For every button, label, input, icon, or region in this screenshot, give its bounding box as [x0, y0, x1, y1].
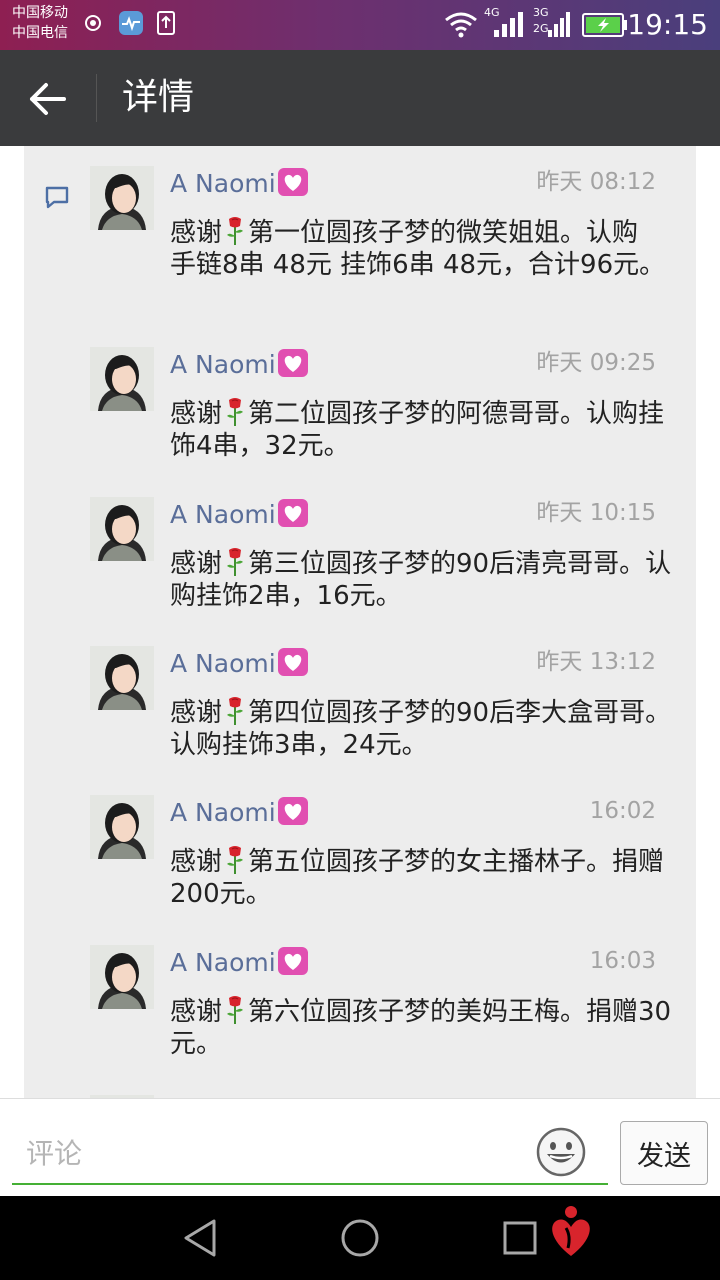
carrier-labels: 中国移动 中国电信 — [12, 3, 68, 43]
app-bar-divider — [96, 74, 97, 122]
charity-heart-logo-icon — [552, 1206, 590, 1256]
comment-item: A Naomi 昨天 08:12 感谢 第一位圆孩子梦的微笑姐姐。认购 手链8串… — [24, 146, 696, 296]
comment-item-partial — [24, 1075, 696, 1098]
comment-text: 感谢 第六位圆孩子梦的美妈王梅。捐赠30元。 — [170, 996, 672, 1059]
hotspot-icon — [85, 15, 101, 31]
avatar[interactable] — [90, 945, 154, 1009]
comment-time: 16:02 — [589, 798, 656, 824]
rose-icon — [227, 846, 244, 874]
comment-text: 感谢 第五位圆孩子梦的女主播林子。捐赠200元。 — [170, 846, 665, 909]
heart-icon — [277, 349, 308, 377]
upload-icon — [157, 11, 175, 35]
rose-icon — [227, 697, 244, 725]
comment-feed[interactable]: A Naomi 昨天 08:12 感谢 第一位圆孩子梦的微笑姐姐。认购 手链8串… — [24, 146, 696, 1098]
home-circle-icon[interactable] — [338, 1216, 382, 1260]
system-nav-bar — [0, 1196, 720, 1280]
comment-time: 昨天 09:25 — [536, 350, 656, 376]
send-button[interactable]: 发送 — [620, 1121, 708, 1185]
heart-icon — [277, 797, 308, 825]
app-bar: 详情 — [0, 50, 720, 146]
avatar[interactable] — [90, 166, 154, 230]
emoji-icon[interactable] — [536, 1127, 586, 1177]
carrier-2: 中国电信 — [12, 25, 68, 41]
signal-icon-1 — [494, 12, 523, 37]
heart-icon — [277, 499, 308, 527]
back-triangle-icon[interactable] — [180, 1216, 222, 1260]
comment-item: A Naomi 16:02 感谢 第五位圆孩子梦的女主播林子。捐赠200元。 — [24, 775, 696, 925]
recent-apps-icon[interactable] — [500, 1216, 540, 1260]
heart-icon — [277, 168, 308, 196]
comment-time: 昨天 13:12 — [536, 649, 656, 675]
rose-icon — [227, 217, 244, 245]
comment-time: 16:03 — [589, 948, 656, 974]
page-title: 详情 — [122, 77, 195, 118]
rose-icon — [227, 996, 244, 1024]
battery-icon — [582, 13, 627, 37]
rose-icon — [227, 548, 244, 576]
comment-time: 昨天 10:15 — [536, 500, 656, 526]
comment-item: A Naomi 昨天 09:25 感谢 第二位圆孩子梦的阿德哥哥。认购挂饰4串，… — [24, 327, 696, 477]
heart-icon — [277, 648, 308, 676]
heart-icon — [277, 947, 308, 975]
comment-input-bar: 发送 — [0, 1098, 720, 1196]
author-name[interactable]: A Naomi — [170, 648, 308, 680]
comment-text: 感谢 第二位圆孩子梦的阿德哥哥。认购挂饰4串，32元。 — [170, 398, 665, 461]
clock: 19:15 — [627, 8, 708, 41]
comment-item: A Naomi 昨天 10:15 感谢 第三位圆孩子梦的90后清亮哥哥。认购挂饰… — [24, 477, 696, 627]
author-name[interactable]: A Naomi — [170, 797, 308, 829]
author-name[interactable]: A Naomi — [170, 947, 308, 979]
comment-text: 感谢 第四位圆孩子梦的90后李大盒哥哥。认购挂饰3串，24元。 — [170, 697, 672, 760]
author-name[interactable]: A Naomi — [170, 349, 308, 381]
author-name[interactable]: A Naomi — [170, 168, 308, 200]
arrow-left-icon[interactable] — [22, 78, 76, 120]
status-bar: 中国移动 中国电信 4G 3G 2G 19:15 — [0, 0, 720, 50]
comment-input[interactable] — [12, 1123, 608, 1185]
wifi-icon — [445, 12, 477, 38]
comment-time: 昨天 08:12 — [536, 169, 656, 195]
comment-item: A Naomi 16:03 感谢 第六位圆孩子梦的美妈王梅。捐赠30元。 — [24, 925, 696, 1075]
rose-icon — [227, 398, 244, 426]
avatar[interactable] — [90, 347, 154, 411]
avatar[interactable] — [90, 795, 154, 859]
avatar[interactable] — [90, 497, 154, 561]
comment-text: 感谢 第三位圆孩子梦的90后清亮哥哥。认购挂饰2串，16元。 — [170, 548, 672, 611]
signal-icon-2 — [548, 12, 570, 37]
comment-item: A Naomi 昨天 13:12 感谢 第四位圆孩子梦的90后李大盒哥哥。认购挂… — [24, 626, 696, 776]
author-name[interactable]: A Naomi — [170, 499, 308, 531]
comment-text: 感谢 第一位圆孩子梦的微笑姐姐。认购 手链8串 48元 挂饰6串 48元，合计9… — [170, 217, 666, 280]
carrier-1: 中国移动 — [12, 5, 68, 21]
health-app-icon — [119, 11, 143, 35]
avatar[interactable] — [90, 646, 154, 710]
